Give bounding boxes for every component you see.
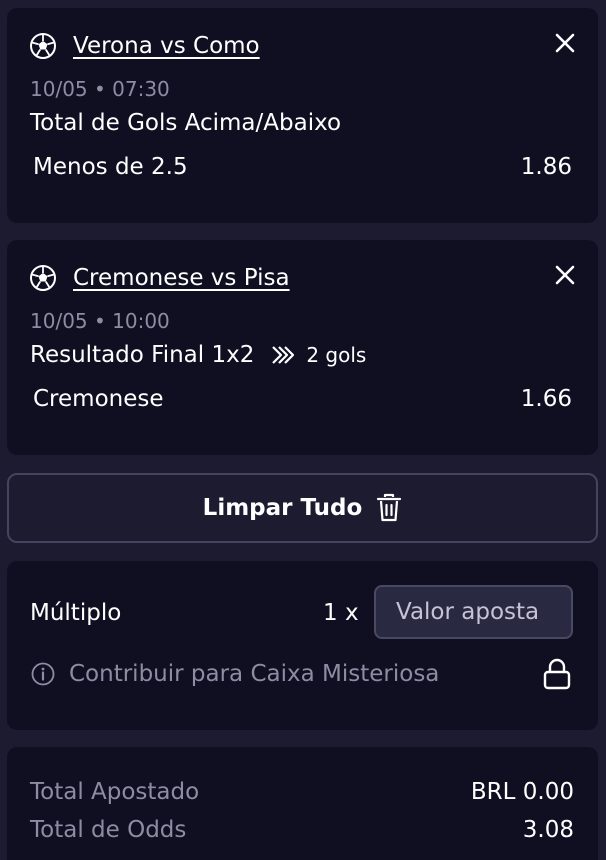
selection-name: Menos de 2.5: [33, 154, 188, 180]
info-icon: [31, 662, 55, 686]
trash-icon: [377, 493, 402, 522]
match-link[interactable]: Cremonese vs Pisa: [73, 265, 290, 291]
boost-label: 2 gols: [306, 343, 367, 367]
total-odds-value: 3.08: [522, 817, 574, 843]
remove-bet-button[interactable]: [550, 28, 580, 58]
remove-bet-button[interactable]: [550, 260, 580, 290]
selection-odd: 1.66: [520, 386, 572, 412]
selection-name: Cremonese: [33, 386, 164, 412]
double-chevron-icon: [272, 346, 295, 364]
soccer-ball-icon: [30, 33, 56, 59]
clear-all-button[interactable]: Limpar Tudo: [7, 473, 598, 543]
close-icon: [555, 33, 575, 53]
bet-card: Verona vs Como 10/05 • 07:30 Total de Go…: [7, 8, 598, 223]
bet-slip: Verona vs Como 10/05 • 07:30 Total de Go…: [0, 0, 606, 860]
totals-card: Total Apostado BRL 0.00 Total de Odds 3.…: [7, 747, 598, 860]
total-odds-label: Total de Odds: [30, 817, 187, 843]
market-name: Total de Gols Acima/Abaixo: [30, 110, 341, 136]
clear-all-label: Limpar Tudo: [202, 495, 363, 521]
lock-icon[interactable]: [540, 657, 574, 691]
multiple-label: Múltiplo: [30, 600, 122, 626]
boost-badge: 2 gols: [270, 343, 366, 367]
mystery-box-label: Contribuir para Caixa Misteriosa: [69, 661, 440, 687]
market-name: Resultado Final 1x2 2 gols: [30, 342, 366, 368]
close-icon: [555, 265, 575, 285]
stake-input[interactable]: [374, 585, 573, 639]
match-row: Verona vs Como: [29, 30, 260, 62]
match-row: Cremonese vs Pisa: [29, 262, 290, 294]
match-datetime: 10/05 • 07:30: [30, 77, 170, 101]
mystery-box-row: Contribuir para Caixa Misteriosa: [31, 661, 439, 687]
multiplier: 1 x: [323, 600, 359, 626]
market-label: Resultado Final 1x2: [30, 342, 255, 368]
bet-card: Cremonese vs Pisa 10/05 • 10:00 Resultad…: [7, 240, 598, 455]
soccer-ball-icon: [30, 265, 56, 291]
match-datetime: 10/05 • 10:00: [30, 309, 170, 333]
total-staked-label: Total Apostado: [30, 779, 200, 805]
multiple-bet-card: Múltiplo 1 x Contribuir para Caixa Miste…: [7, 561, 598, 730]
total-staked-value: BRL 0.00: [470, 779, 574, 805]
selection-odd: 1.86: [520, 154, 572, 180]
market-label: Total de Gols Acima/Abaixo: [30, 110, 342, 136]
match-link[interactable]: Verona vs Como: [73, 33, 260, 59]
